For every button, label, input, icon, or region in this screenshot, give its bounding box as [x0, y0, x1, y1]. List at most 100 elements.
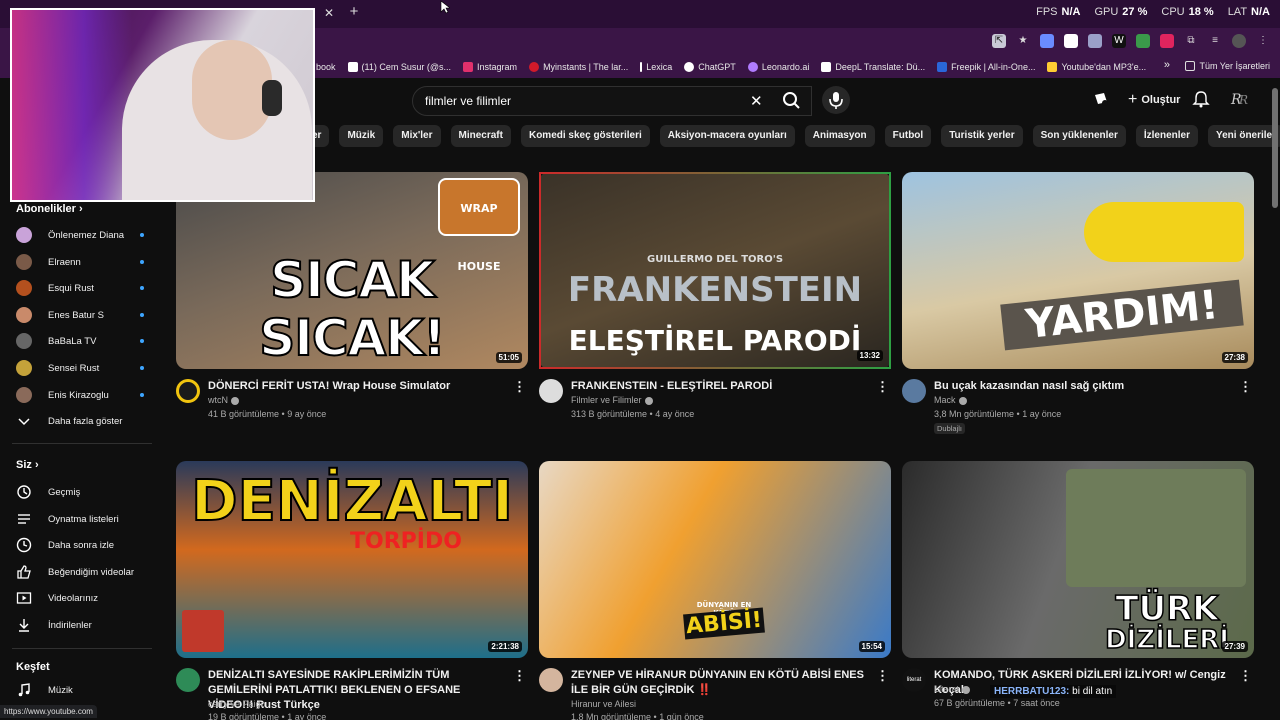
star-icon[interactable]: ★	[1016, 34, 1030, 48]
channel-avatar[interactable]	[176, 668, 200, 692]
channel-name[interactable]: Filmler ve Filimler	[571, 395, 653, 405]
channel-avatar[interactable]	[902, 379, 926, 403]
stream-stats: FPS N/A GPU 27 % CPU 18 % LAT N/A	[1036, 6, 1270, 18]
extension-icon[interactable]	[1160, 34, 1174, 48]
sidebar-sub-item[interactable]: BaBaLa TV	[16, 328, 146, 354]
more-actions-icon[interactable]: ⋮	[876, 668, 889, 684]
bookmark-item[interactable]: Lexica	[640, 62, 672, 72]
extension-icon[interactable]	[1040, 34, 1054, 48]
channel-avatar[interactable]	[176, 379, 200, 403]
filter-chips: er Müzik Mix'ler Minecraft Komedi skeç g…	[300, 125, 1280, 147]
channel-name[interactable]: Hiranur ve Ailesi	[571, 699, 636, 709]
chip[interactable]: Mix'ler	[393, 125, 441, 147]
clear-search-icon[interactable]: ✕	[750, 92, 763, 110]
video-thumbnail[interactable]: YARDIM! 27:38	[902, 172, 1254, 369]
puzzle-icon[interactable]: ⧉	[1184, 34, 1198, 48]
channel-name[interactable]: carry ve Paigo	[208, 699, 266, 709]
new-tab-icon[interactable]: +	[346, 4, 362, 20]
video-title[interactable]: ZEYNEP VE HİRANUR DÜNYANIN EN KÖTÜ ABİSİ…	[571, 668, 871, 698]
video-thumbnail[interactable]: TÜRK DİZİLERİ 27:39	[902, 461, 1254, 658]
bookmark-item[interactable]: Leonardo.ai	[747, 62, 809, 72]
install-icon[interactable]: ⇱	[992, 34, 1006, 48]
chip[interactable]: Futbol	[884, 125, 932, 147]
video-card[interactable]: WRAP HOUSE SICAK SICAK! 51:05 DÖNERCİ FE…	[176, 172, 528, 427]
search-button[interactable]	[774, 86, 810, 116]
profile-avatar[interactable]	[1232, 34, 1246, 48]
bookmark-item[interactable]: Freepik | All-in-One...	[937, 62, 1035, 72]
tab-close-icon[interactable]: ✕	[322, 6, 336, 20]
sidebar-sub-item[interactable]: Esqui Rust	[16, 275, 146, 301]
bookmark-item[interactable]: Youtube'dan MP3'e...	[1047, 62, 1146, 72]
video-card[interactable]: YARDIM! 27:38 Bu uçak kazasından nasıl s…	[902, 172, 1254, 437]
more-actions-icon[interactable]: ⋮	[513, 668, 526, 684]
chip[interactable]: Müzik	[339, 125, 384, 147]
sidebar-sub-item[interactable]: Sensei Rust	[16, 355, 146, 381]
show-more-button[interactable]: Daha fazla göster	[16, 408, 146, 434]
channel-avatar[interactable]: literat	[902, 668, 926, 692]
video-card[interactable]: GUILLERMO DEL TORO'S FRANKENSTEIN ELEŞTİ…	[539, 172, 891, 427]
video-title[interactable]: FRANKENSTEIN - ELEŞTİREL PARODİ	[571, 379, 871, 394]
sidebar-item-music[interactable]: Müzik	[16, 677, 146, 703]
chatgpt-icon	[684, 62, 695, 72]
video-thumbnail[interactable]: GUILLERMO DEL TORO'S FRANKENSTEIN ELEŞTİ…	[539, 172, 891, 369]
bookmark-item[interactable]: Instagram	[463, 62, 517, 72]
extension-icon[interactable]	[1064, 34, 1078, 48]
notifications-bell-icon[interactable]	[1192, 90, 1210, 108]
extension-icon[interactable]	[1136, 34, 1150, 48]
extension-icon[interactable]: W	[1112, 34, 1126, 48]
bookmark-item[interactable]: DeepL Translate: Dü...	[821, 62, 925, 72]
channel-avatar[interactable]	[539, 668, 563, 692]
video-title[interactable]: DÖNERCİ FERİT USTA! Wrap House Simulator	[208, 379, 508, 394]
bookmark-item[interactable]: ChatGPT	[684, 62, 736, 72]
subscriptions-heading[interactable]: Abonelikler ›	[16, 203, 83, 215]
channel-name[interactable]: Literat	[934, 684, 971, 694]
more-actions-icon[interactable]: ⋮	[513, 379, 526, 395]
chip[interactable]: İzlenenler	[1135, 125, 1198, 147]
stat-cpu: CPU 18 %	[1161, 6, 1214, 18]
sidebar-item-liked[interactable]: Beğendiğim videolar	[16, 559, 146, 585]
video-thumbnail[interactable]: DENİZALTI TORPİDO 2:21:38	[176, 461, 528, 658]
chip[interactable]: Turistik yerler	[941, 125, 1023, 147]
more-actions-icon[interactable]: ⋮	[876, 379, 889, 395]
video-title[interactable]: Bu uçak kazasından nasıl sağ çıktım	[934, 379, 1234, 394]
media-icon[interactable]: ≡	[1208, 34, 1222, 48]
chip[interactable]: Yeni öneriler	[1207, 125, 1280, 147]
shield-icon[interactable]	[1088, 34, 1102, 48]
you-heading[interactable]: Siz ›	[16, 459, 39, 471]
voice-search-button[interactable]	[822, 86, 850, 114]
chip[interactable]: Aksiyon-macera oyunları	[659, 125, 795, 147]
channel-avatar[interactable]	[539, 379, 563, 403]
sidebar-sub-item[interactable]: Önlenemez Diana	[16, 222, 146, 248]
bookmark-item[interactable]: (11) Cem Susur (@s...	[347, 62, 451, 72]
video-duration: 15:54	[858, 641, 885, 652]
bookmark-item[interactable]: Myinstants | The lar...	[529, 62, 628, 72]
sidebar-sub-item[interactable]: Enes Batur S	[16, 302, 146, 328]
sidebar-sub-item[interactable]: Elraenn	[16, 249, 146, 275]
sidebar-item-downloads[interactable]: İndirilenler	[16, 612, 146, 638]
sidebar-item-playlists[interactable]: Oynatma listeleri	[16, 506, 146, 532]
video-card[interactable]: DENİZALTI TORPİDO 2:21:38 DENİZALTI SAYE…	[176, 461, 528, 720]
bookmark-item[interactable]: book	[316, 62, 336, 72]
channel-name[interactable]: wtcN	[208, 395, 239, 405]
more-actions-icon[interactable]: ⋮	[1239, 668, 1252, 684]
kebab-menu-icon[interactable]: ⋮	[1256, 34, 1270, 48]
more-actions-icon[interactable]: ⋮	[1239, 379, 1252, 395]
chip[interactable]: Minecraft	[450, 125, 511, 147]
sidebar-item-watch-later[interactable]: Daha sonra izle	[16, 532, 146, 558]
chip[interactable]: Komedi skeç gösterileri	[520, 125, 650, 147]
video-thumbnail[interactable]: DÜNYANIN EN KÖTÜ ABİSİ! 15:54	[539, 461, 891, 658]
chip[interactable]: Animasyon	[804, 125, 875, 147]
cast-icon[interactable]	[1092, 90, 1110, 108]
account-avatar[interactable]: RR	[1230, 90, 1252, 108]
video-card[interactable]: DÜNYANIN EN KÖTÜ ABİSİ! 15:54 ZEYNEP VE …	[539, 461, 891, 720]
chip[interactable]: Son yüklenenler	[1032, 125, 1126, 147]
all-bookmarks[interactable]: Tüm Yer İşaretleri	[1185, 61, 1270, 71]
page-scrollbar[interactable]	[1272, 88, 1278, 208]
bookmarks-overflow-icon[interactable]: »	[1164, 59, 1170, 71]
sidebar-item-history[interactable]: Geçmiş	[16, 479, 146, 505]
sidebar-item-your-videos[interactable]: Videolarınız	[16, 585, 146, 611]
sidebar-sub-item[interactable]: Enis Kirazoglu	[16, 382, 146, 408]
channel-name[interactable]: Mack	[934, 395, 967, 405]
video-card[interactable]: TÜRK DİZİLERİ 27:39 literat KOMANDO, TÜR…	[902, 461, 1254, 720]
create-button[interactable]: + Oluştur	[1118, 88, 1190, 112]
